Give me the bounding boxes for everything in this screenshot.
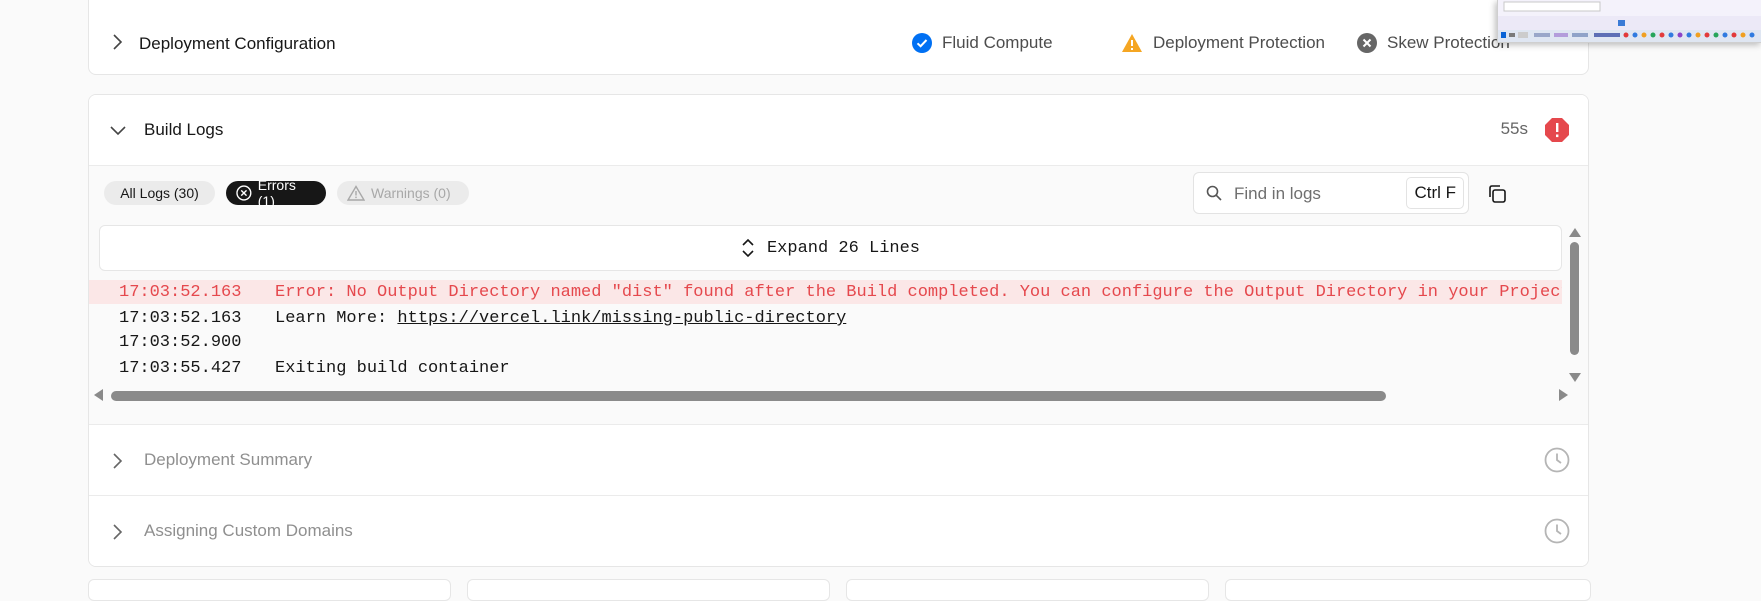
deployment-configuration-card[interactable]: Deployment Configuration Fluid Compute D… [88, 0, 1589, 75]
error-stop-icon [1545, 118, 1569, 142]
search-icon [1206, 185, 1222, 201]
expand-vertical-icon [742, 238, 754, 258]
expand-label: Expand 26 Lines [766, 238, 921, 258]
filter-label: Errors (1) [257, 177, 296, 209]
feature-deployment-protection: Deployment Protection [1121, 33, 1325, 53]
feature-skew-protection: Skew Protection [1357, 33, 1510, 53]
deployment-summary-title: Deployment Summary [144, 450, 313, 469]
log-message: Exiting build container [275, 359, 510, 378]
chevron-down-icon [110, 126, 126, 136]
keyboard-shortcut: Ctrl F [1406, 177, 1464, 209]
log-timestamp: 17:03:52.163 [119, 309, 242, 328]
x-circle-outline-icon [236, 185, 252, 201]
deployment-configuration-title: Deployment Configuration [139, 34, 336, 53]
scroll-left-arrow-icon[interactable] [94, 389, 103, 401]
chevron-right-icon [113, 524, 123, 540]
deployment-summary-row[interactable]: Deployment Summary [89, 424, 1588, 496]
filter-errors[interactable]: Errors (1) [226, 177, 326, 209]
vertical-scrollbar[interactable] [1567, 226, 1583, 383]
screenshot-thumbnail[interactable] [1497, 0, 1761, 43]
bottom-card [467, 579, 830, 601]
build-logs-header[interactable]: Build Logs 55s [89, 95, 1588, 166]
build-duration: 55s [1500, 119, 1528, 138]
build-logs-card: Build Logs 55s All Logs (30) Errors (1) … [88, 94, 1589, 567]
check-circle-icon [912, 33, 932, 53]
log-message-text: Learn More: [275, 309, 398, 328]
filter-label: Warnings (0) [371, 185, 451, 201]
filter-warnings[interactable]: Warnings (0) [337, 181, 469, 205]
feature-label: Fluid Compute [942, 33, 1053, 52]
scroll-up-arrow-icon[interactable] [1569, 228, 1581, 237]
log-line-error: 17:03:52.163 Error: No Output Directory … [89, 280, 1562, 304]
scroll-right-arrow-icon[interactable] [1559, 389, 1568, 401]
log-timestamp: 17:03:52.900 [119, 333, 242, 352]
search-input[interactable] [1232, 182, 1426, 206]
assigning-custom-domains-title: Assigning Custom Domains [144, 521, 353, 540]
log-timestamp: 17:03:55.427 [119, 359, 242, 378]
bottom-card [88, 579, 451, 601]
bottom-card [846, 579, 1209, 601]
vertical-scroll-thumb[interactable] [1570, 242, 1579, 355]
horizontal-scroll-thumb[interactable] [111, 391, 1386, 401]
filter-label: All Logs (30) [120, 185, 199, 201]
build-logs-title: Build Logs [144, 120, 224, 139]
log-line: 17:03:55.427 Exiting build container [89, 356, 1562, 380]
filter-all-logs[interactable]: All Logs (30) [104, 181, 215, 205]
clock-icon [1544, 447, 1570, 473]
scroll-down-arrow-icon[interactable] [1569, 373, 1581, 382]
missing-directory-link[interactable]: https://vercel.link/missing-public-direc… [397, 309, 846, 328]
log-line: 17:03:52.163 Learn More: https://vercel.… [89, 306, 1562, 330]
warning-triangle-icon [1122, 34, 1142, 52]
expand-lines-button[interactable]: Expand 26 Lines [99, 225, 1562, 271]
x-circle-icon [1357, 33, 1377, 53]
log-timestamp: 17:03:52.163 [119, 283, 242, 302]
feature-fluid-compute: Fluid Compute [912, 33, 1053, 53]
log-search: Ctrl F [1193, 172, 1469, 214]
bottom-card [1225, 579, 1591, 601]
chevron-right-icon [113, 34, 123, 50]
log-line: 17:03:52.900 [89, 330, 1562, 352]
log-message: Learn More: https://vercel.link/missing-… [275, 309, 846, 328]
assigning-custom-domains-row[interactable]: Assigning Custom Domains [89, 495, 1588, 566]
log-message: Error: No Output Directory named "dist" … [275, 283, 1562, 302]
warning-triangle-outline-icon [347, 185, 365, 201]
feature-label: Skew Protection [1387, 33, 1510, 52]
clock-icon [1544, 518, 1570, 544]
feature-label: Deployment Protection [1153, 33, 1325, 52]
copy-icon[interactable] [1487, 184, 1507, 204]
horizontal-scrollbar[interactable] [89, 386, 1579, 404]
chevron-right-icon [113, 453, 123, 469]
screenshot-preview-image [1498, 0, 1761, 42]
